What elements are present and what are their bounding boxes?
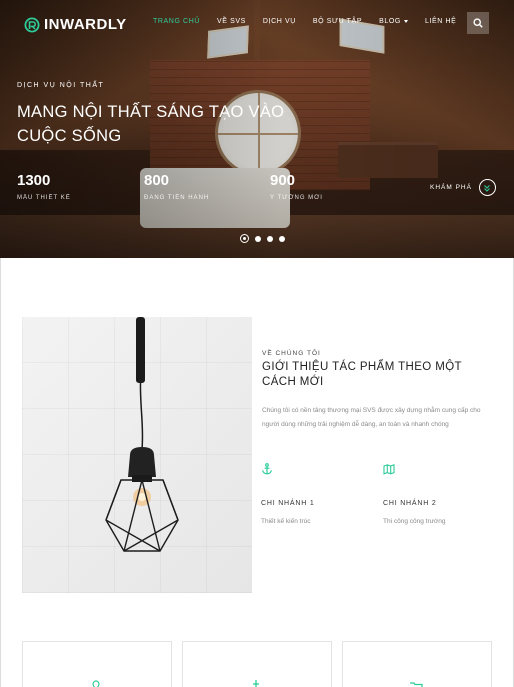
about-title: GIỚI THIỆU TÁC PHẨM THEO MỘT CÁCH MỚI	[262, 361, 462, 388]
branch-desc: Thiết kế kiến trúc	[261, 518, 311, 525]
explore-label: KHÁM PHÁ	[430, 184, 472, 191]
stat-designs: 1300 MẪU THIẾT KẾ	[17, 172, 71, 201]
explore-link[interactable]: KHÁM PHÁ	[430, 179, 496, 196]
stat-new-ideas: 900 Ý TƯỞNG MỚI	[270, 172, 323, 201]
map-icon	[383, 464, 395, 475]
search-button[interactable]	[467, 12, 489, 34]
stat-in-progress: 800 ĐANG TIẾN HÀNH	[144, 172, 209, 201]
caret-down-icon	[403, 19, 408, 23]
nav-item-contact[interactable]: LIÊN HỆ	[425, 18, 456, 25]
anchor-icon	[253, 680, 259, 687]
top-navbar: INWARDLY TRANG CHỦ VỀ SVS DỊCH VỤ BỘ SƯU…	[0, 0, 514, 46]
brand-name: INWARDLY	[44, 16, 127, 33]
hero-banner: INWARDLY TRANG CHỦ VỀ SVS DỊCH VỤ BỘ SƯU…	[0, 0, 514, 258]
about-eyebrow: VỀ CHÚNG TÔI	[262, 350, 321, 357]
nav-item-services[interactable]: DỊCH VỤ	[263, 18, 296, 25]
stat-value: 1300	[17, 172, 51, 189]
nav-item-blog[interactable]: BLOG	[379, 18, 408, 25]
stat-value: 900	[270, 172, 296, 189]
slider-dot[interactable]	[267, 235, 273, 242]
chevrons-down-icon	[478, 179, 496, 196]
stat-label: ĐANG TIẾN HÀNH	[144, 195, 210, 201]
slider-dot-active[interactable]	[240, 234, 249, 243]
search-icon	[473, 18, 483, 28]
branch-1: CHI NHÁNH 1 Thiết kế kiến trúc	[261, 462, 315, 525]
nav-item-collection[interactable]: BỘ SƯU TẬP	[313, 18, 362, 25]
anchor-icon	[262, 463, 272, 475]
pendant-lamp-image	[22, 317, 252, 593]
hero-title: MANG NỘI THẤT SÁNG TẠO VÀO CUỘC SỐNG	[17, 103, 285, 145]
slider-dot[interactable]	[255, 235, 261, 242]
stat-label: Ý TƯỞNG MỚI	[270, 195, 323, 201]
stat-label: MẪU THIẾT KẾ	[17, 195, 71, 201]
logo-icon	[24, 17, 40, 32]
site-logo[interactable]: INWARDLY	[24, 16, 127, 33]
location-icon	[92, 680, 100, 687]
nav-item-blog-label: BLOG	[379, 18, 401, 25]
nav-item-about[interactable]: VỀ SVS	[217, 18, 246, 25]
service-card-1[interactable]	[22, 641, 172, 687]
slider-pagination	[240, 234, 285, 243]
service-card-3[interactable]	[342, 641, 492, 687]
stat-value: 800	[144, 172, 170, 189]
folder-icon	[410, 682, 423, 687]
slider-dot[interactable]	[279, 235, 285, 242]
about-description: Chúng tôi có nền tảng thương mại SVS đượ…	[262, 407, 481, 428]
branch-2: CHI NHÁNH 2 Thi công công trường	[383, 462, 445, 525]
page-border-left	[0, 258, 1, 687]
service-card-2[interactable]	[182, 641, 332, 687]
hero-eyebrow: DỊCH VỤ NỘI THẤT	[17, 82, 105, 89]
main-menu: TRANG CHỦ VỀ SVS DỊCH VỤ BỘ SƯU TẬP BLOG…	[153, 18, 473, 25]
branch-title: CHI NHÁNH 1	[261, 500, 315, 507]
nav-item-home[interactable]: TRANG CHỦ	[153, 18, 200, 25]
branch-desc: Thi công công trường	[383, 518, 446, 525]
branch-title: CHI NHÁNH 2	[383, 500, 437, 507]
